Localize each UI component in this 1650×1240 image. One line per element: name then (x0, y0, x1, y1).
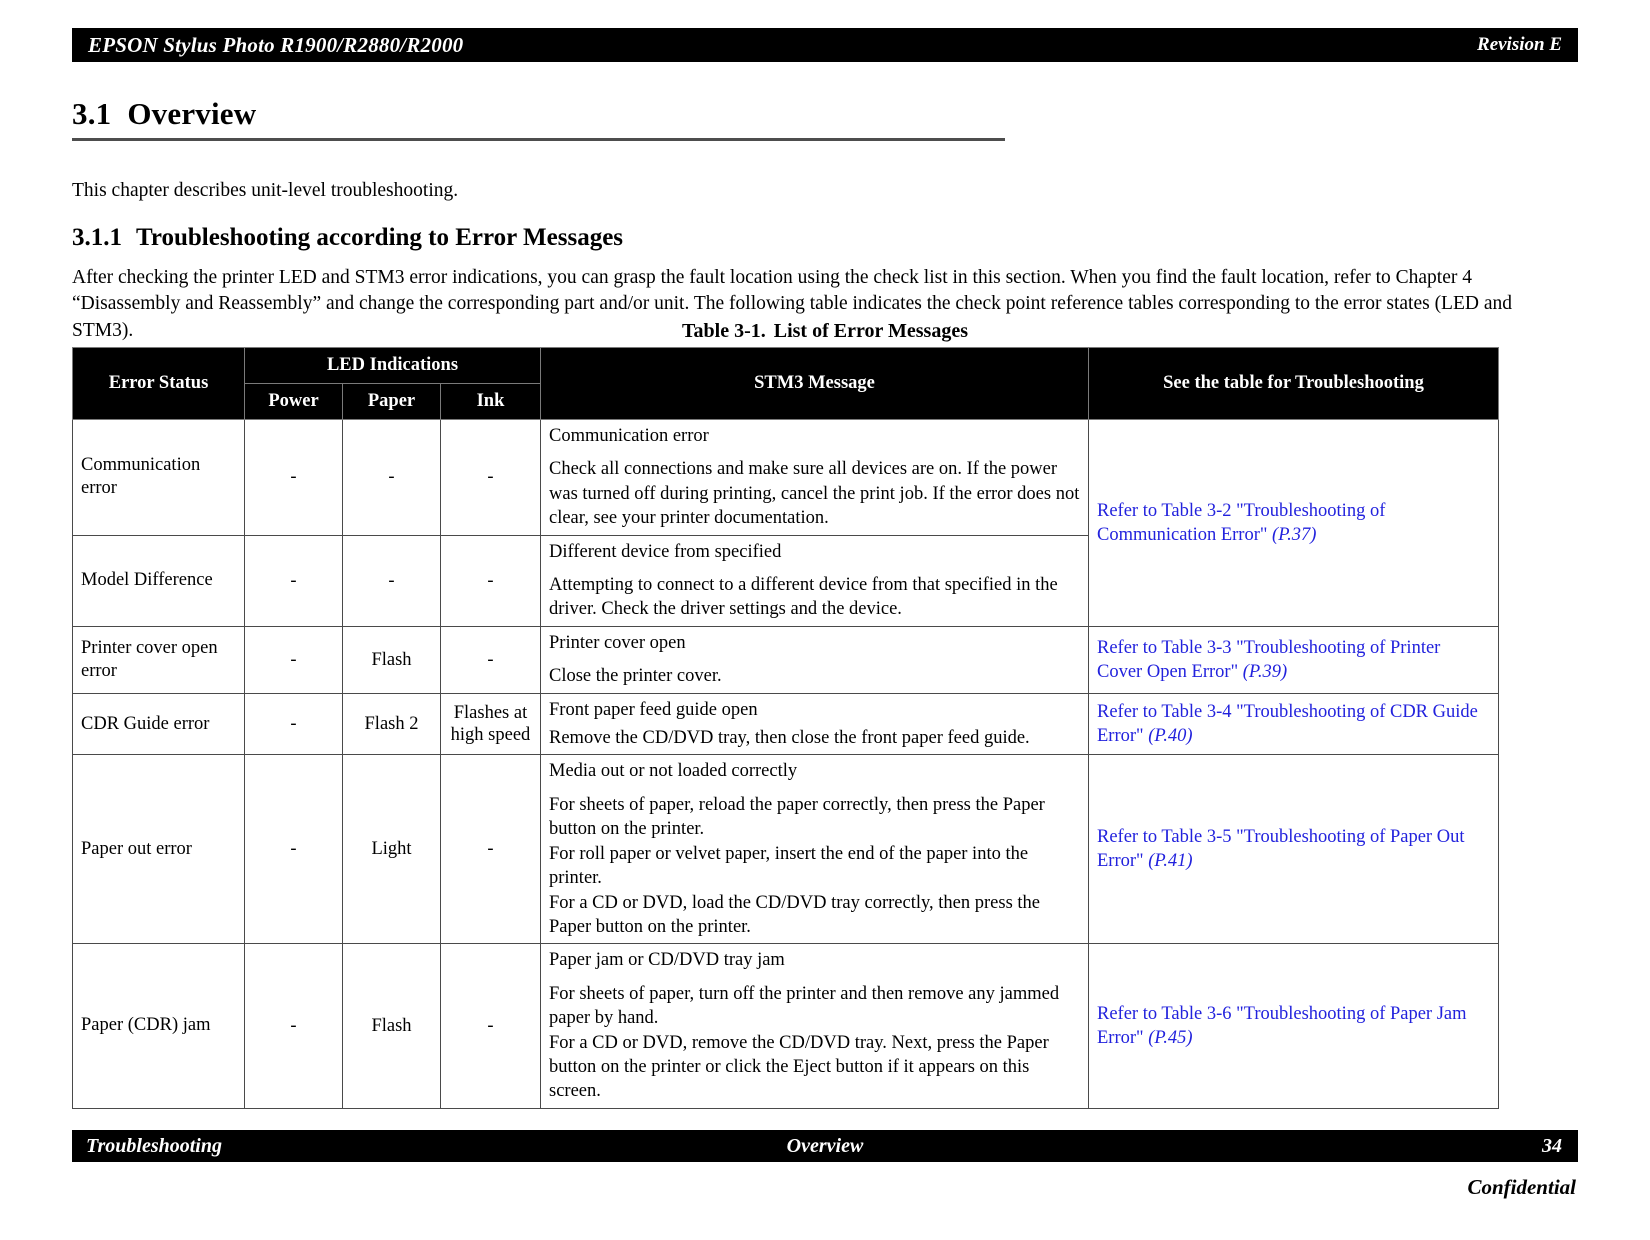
cell-led-paper: Light (342, 754, 441, 945)
cell-led-paper: - (342, 419, 441, 536)
section-number: 3.1 (72, 96, 112, 131)
cell-led-power: - (244, 943, 343, 1109)
th-power: Power (244, 383, 343, 420)
stm3-title: Communication error (549, 426, 709, 446)
footer-page-number: 34 (1542, 1134, 1562, 1157)
cell-stm3-message: Front paper feed guide open Remove the C… (540, 692, 1089, 756)
cell-led-ink: Flashes at high speed (440, 692, 541, 756)
table-row: Paper (CDR) jam - Flash - Paper jam or C… (72, 943, 1499, 1109)
reference-link[interactable]: Refer to Table 3-4 "Troubleshooting of C… (1097, 702, 1478, 746)
cell-led-power: - (244, 534, 343, 627)
cell-led-paper: Flash 2 (342, 692, 441, 756)
cell-error-status: Paper out error (72, 754, 245, 945)
reference-link[interactable]: Refer to Table 3-3 "Troubleshooting of P… (1097, 638, 1440, 682)
footer-section: Overview (786, 1134, 864, 1157)
confidential-notice: Confidential (1467, 1175, 1576, 1199)
cell-reference: Refer to Table 3-5 "Troubleshooting of P… (1088, 754, 1499, 945)
cell-led-paper: - (342, 534, 441, 627)
section-title: Overview (127, 96, 257, 131)
stm3-title: Different device from specified (549, 541, 782, 562)
reference-link[interactable]: Refer to Table 3-6 "Troubleshooting of P… (1097, 1004, 1467, 1048)
heading-divider (72, 138, 1005, 141)
cell-led-paper: Flash (342, 625, 441, 694)
reference-link-page: (P.40) (1148, 726, 1193, 747)
th-see-table: See the table for Troubleshooting (1088, 347, 1499, 420)
cell-led-ink: - (440, 534, 541, 627)
stm3-body: Check all connections and make sure all … (549, 459, 1080, 529)
cell-error-status: Communication error (72, 419, 245, 536)
th-error-status: Error Status (72, 347, 245, 420)
cell-stm3-message: Different device from specified Attempti… (540, 534, 1089, 627)
page-footer: Troubleshooting Overview 34 (72, 1130, 1578, 1162)
th-ink: Ink (440, 383, 541, 420)
subsection-title: Troubleshooting according to Error Messa… (136, 223, 624, 251)
cell-error-status: Model Difference (72, 534, 245, 627)
reference-link-page: (P.45) (1148, 1028, 1193, 1049)
cell-led-power: - (244, 692, 343, 756)
footer-chapter: Troubleshooting (86, 1134, 222, 1157)
error-messages-table: Error Status LED Indications STM3 Messag… (72, 347, 1499, 1109)
table-caption-title: List of Error Messages (773, 320, 968, 342)
reference-link-text: Refer to Table 3-2 "Troubleshooting of C… (1097, 500, 1386, 545)
cell-led-ink: - (440, 625, 541, 694)
table-row: Printer cover open error - Flash - Print… (72, 625, 1499, 694)
cell-led-power: - (244, 754, 343, 945)
cell-reference: Refer to Table 3-3 "Troubleshooting of P… (1088, 625, 1499, 694)
stm3-body: For sheets of paper, reload the paper co… (549, 794, 1045, 937)
stm3-title: Printer cover open (549, 632, 686, 653)
cell-stm3-message: Paper jam or CD/DVD tray jam For sheets … (540, 943, 1089, 1109)
stm3-title: Front paper feed guide open (549, 699, 758, 720)
cell-led-paper: Flash (342, 943, 441, 1109)
reference-link[interactable]: Refer to Table 3-5 "Troubleshooting of P… (1097, 827, 1464, 871)
table-row: Communication error - - - Communication … (72, 419, 1499, 627)
cell-error-status: Paper (CDR) jam (72, 943, 245, 1109)
cell-stm3-message: Communication error Check all connection… (540, 419, 1089, 536)
cell-stm3-message: Media out or not loaded correctly For sh… (540, 754, 1089, 945)
cell-led-ink: - (440, 943, 541, 1109)
table-caption: Table 3-1. List of Error Messages (72, 320, 1578, 343)
table-row: CDR Guide error - Flash 2 Flashes at hig… (72, 692, 1499, 756)
subsection-number: 3.1.1 (72, 223, 122, 251)
table-header-row-1: Error Status LED Indications STM3 Messag… (72, 347, 1499, 420)
document-page: EPSON Stylus Photo R1900/R2880/R2000 Rev… (0, 0, 1650, 1240)
table-row: Paper out error - Light - Media out or n… (72, 754, 1499, 945)
cell-led-ink: - (440, 419, 541, 536)
subsection-heading: 3.1.1 Troubleshooting according to Error… (72, 224, 623, 252)
reference-link[interactable]: Refer to Table 3-2 "Troubleshooting of C… (1097, 501, 1385, 545)
page-header: EPSON Stylus Photo R1900/R2880/R2000 Rev… (72, 28, 1578, 62)
cell-reference: Refer to Table 3-2 "Troubleshooting of C… (1088, 419, 1499, 627)
section-heading-block: 3.1 Overview (72, 96, 1072, 141)
page-title: 3.1 Overview (72, 96, 1072, 132)
header-document-title: EPSON Stylus Photo R1900/R2880/R2000 (88, 32, 464, 57)
reference-link-page: (P.37) (1272, 524, 1317, 545)
th-led-indications: LED Indications (244, 347, 541, 384)
stm3-body: Attempting to connect to a different dev… (549, 575, 1058, 620)
cell-error-status: CDR Guide error (72, 692, 245, 756)
cell-led-ink: - (440, 754, 541, 945)
stm3-body: Close the printer cover. (549, 666, 722, 687)
cell-led-power: - (244, 625, 343, 694)
table-caption-label: Table 3-1. (682, 320, 766, 342)
cell-reference: Refer to Table 3-4 "Troubleshooting of C… (1088, 692, 1499, 756)
th-paper: Paper (342, 383, 441, 420)
stm3-body: Remove the CD/DVD tray, then close the f… (549, 728, 1030, 749)
reference-link-page: (P.41) (1148, 851, 1193, 872)
stm3-body: For sheets of paper, turn off the printe… (549, 983, 1060, 1102)
cell-reference: Refer to Table 3-6 "Troubleshooting of P… (1088, 943, 1499, 1109)
table-head: Error Status LED Indications STM3 Messag… (72, 347, 1499, 420)
th-stm3-message: STM3 Message (540, 347, 1089, 420)
intro-paragraph: This chapter describes unit-level troubl… (72, 179, 459, 201)
reference-link-page: (P.39) (1242, 661, 1288, 682)
cell-error-status: Printer cover open error (72, 625, 245, 694)
stm3-title: Media out or not loaded correctly (549, 761, 798, 782)
cell-led-power: - (244, 419, 343, 536)
table-body: Communication error - - - Communication … (72, 419, 1499, 1109)
cell-stm3-message: Printer cover open Close the printer cov… (540, 625, 1089, 694)
header-revision: Revision E (1477, 34, 1562, 55)
stm3-title: Paper jam or CD/DVD tray jam (549, 950, 785, 971)
